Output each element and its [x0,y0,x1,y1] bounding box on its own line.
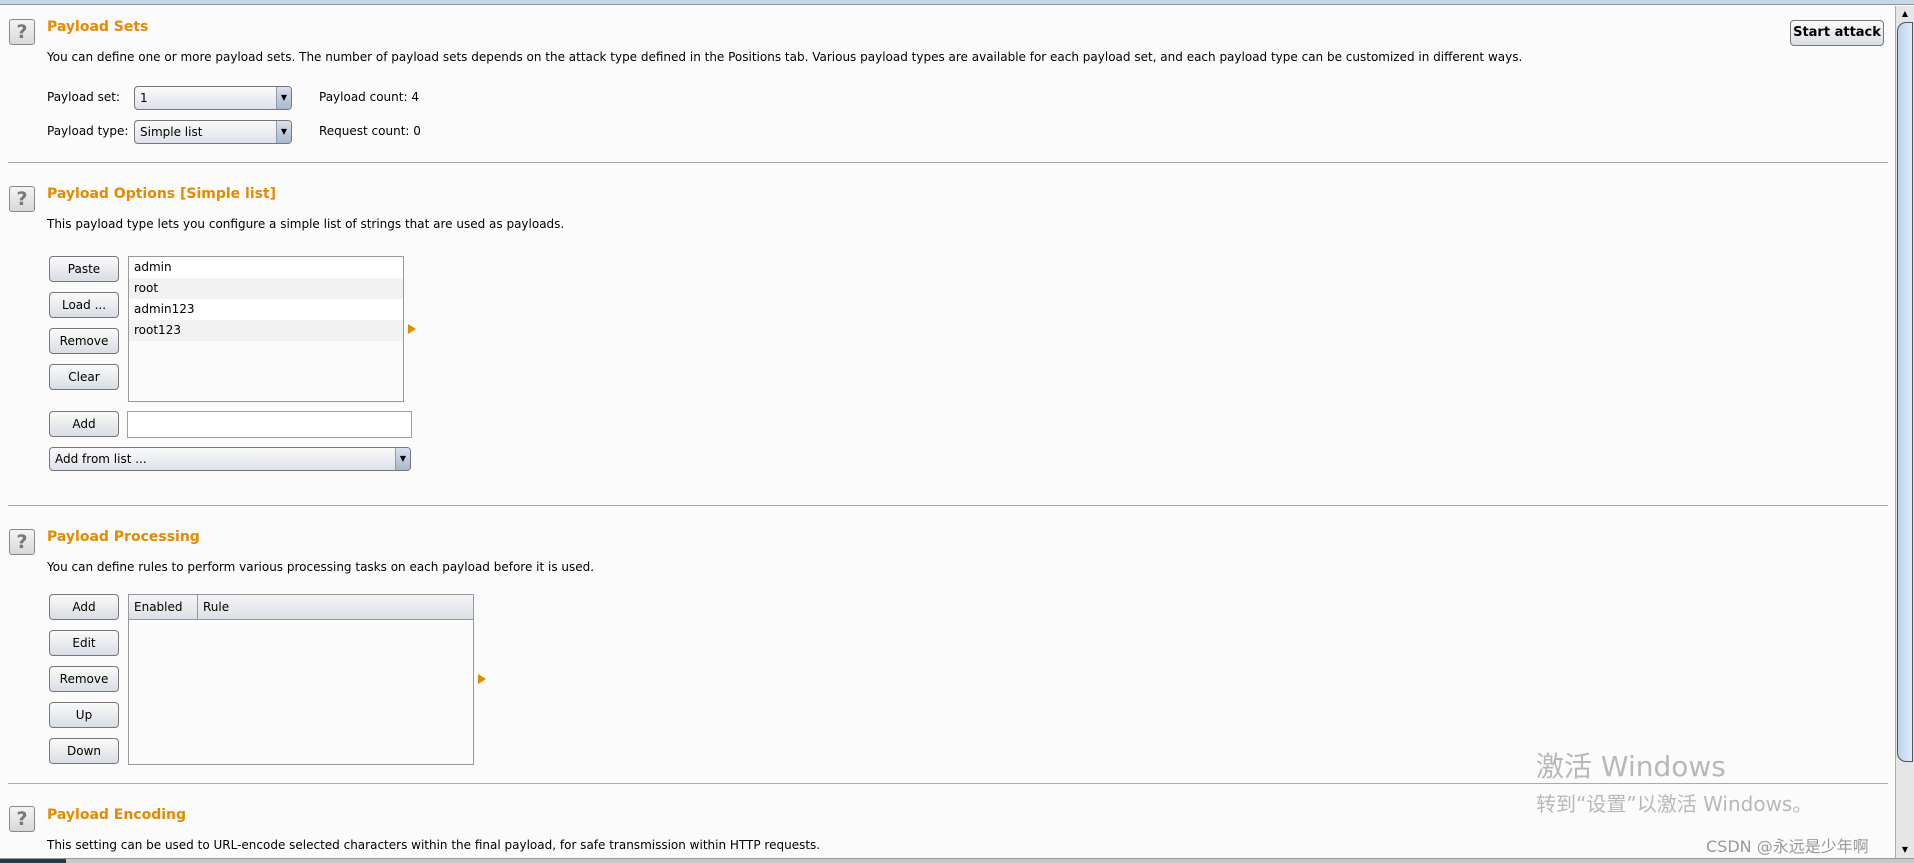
scrollbar-thumb[interactable] [1897,22,1913,762]
payload-count: Payload count: 4 [319,90,419,104]
add-button[interactable]: Add [49,411,119,437]
help-icon[interactable]: ? [9,19,35,45]
section-title: Payload Encoding [47,807,187,823]
payload-set-label: Payload set: [47,90,120,104]
add-rule-button[interactable]: Add [49,594,119,620]
list-item[interactable]: admin123 [129,299,403,320]
chevron-down-icon: ▼ [276,87,291,109]
load-button[interactable]: Load ... [49,292,119,318]
expand-arrow-icon[interactable] [408,324,416,334]
expand-arrow-icon[interactable] [478,674,486,684]
table-header: Enabled Rule [129,595,473,620]
payload-set-select[interactable]: 1 ▼ [134,86,292,110]
column-rule[interactable]: Rule [198,595,229,619]
start-attack-button[interactable]: Start attack [1790,20,1884,46]
remove-button[interactable]: Remove [49,328,119,354]
scroll-up-icon[interactable]: ▲ [1896,6,1914,22]
section-title: Payload Options [Simple list] [47,186,277,202]
section-description: This setting can be used to URL-encode s… [47,838,821,852]
select-value: Simple list [140,125,203,139]
select-value: Add from list ... [55,452,147,466]
section-description: You can define rules to perform various … [47,560,595,574]
column-enabled[interactable]: Enabled [129,595,198,619]
scroll-down-icon[interactable]: ▼ [1896,842,1914,858]
section-title: Payload Processing [47,529,200,545]
vertical-scrollbar[interactable]: ▲ ▼ [1895,6,1914,858]
payload-type-select[interactable]: Simple list ▼ [134,120,292,144]
taskbar-strip [0,859,66,863]
remove-rule-button[interactable]: Remove [49,666,119,692]
select-value: 1 [140,91,148,105]
edit-rule-button[interactable]: Edit [49,630,119,656]
add-from-list-select[interactable]: Add from list ... ▼ [49,447,411,471]
section-title: Payload Sets [47,19,149,35]
request-count: Request count: 0 [319,124,421,138]
bottom-border [0,858,1914,863]
up-button[interactable]: Up [49,702,119,728]
divider [8,162,1888,163]
add-payload-input[interactable] [127,411,412,438]
activation-watermark: 激活 Windows [1536,750,1726,783]
payload-list[interactable]: admin root admin123 root123 [128,256,404,402]
down-button[interactable]: Down [49,738,119,764]
section-description: This payload type lets you configure a s… [47,217,565,231]
help-icon[interactable]: ? [9,806,35,832]
list-item[interactable]: root123 [129,320,403,341]
list-item[interactable]: root [129,278,403,299]
list-item[interactable]: admin [129,257,403,278]
section-description: You can define one or more payload sets.… [47,50,1523,64]
divider [8,505,1888,506]
payload-type-label: Payload type: [47,124,129,138]
paste-button[interactable]: Paste [49,256,119,282]
csdn-credit: CSDN @永远是少年啊 [1706,837,1869,856]
chevron-down-icon: ▼ [395,448,410,470]
rules-table[interactable]: Enabled Rule [128,594,474,765]
activation-watermark-sub: 转到“设置”以激活 Windows。 [1536,792,1813,816]
top-border [0,0,1914,5]
help-icon[interactable]: ? [9,186,35,212]
clear-button[interactable]: Clear [49,364,119,390]
chevron-down-icon: ▼ [276,121,291,143]
help-icon[interactable]: ? [9,529,35,555]
